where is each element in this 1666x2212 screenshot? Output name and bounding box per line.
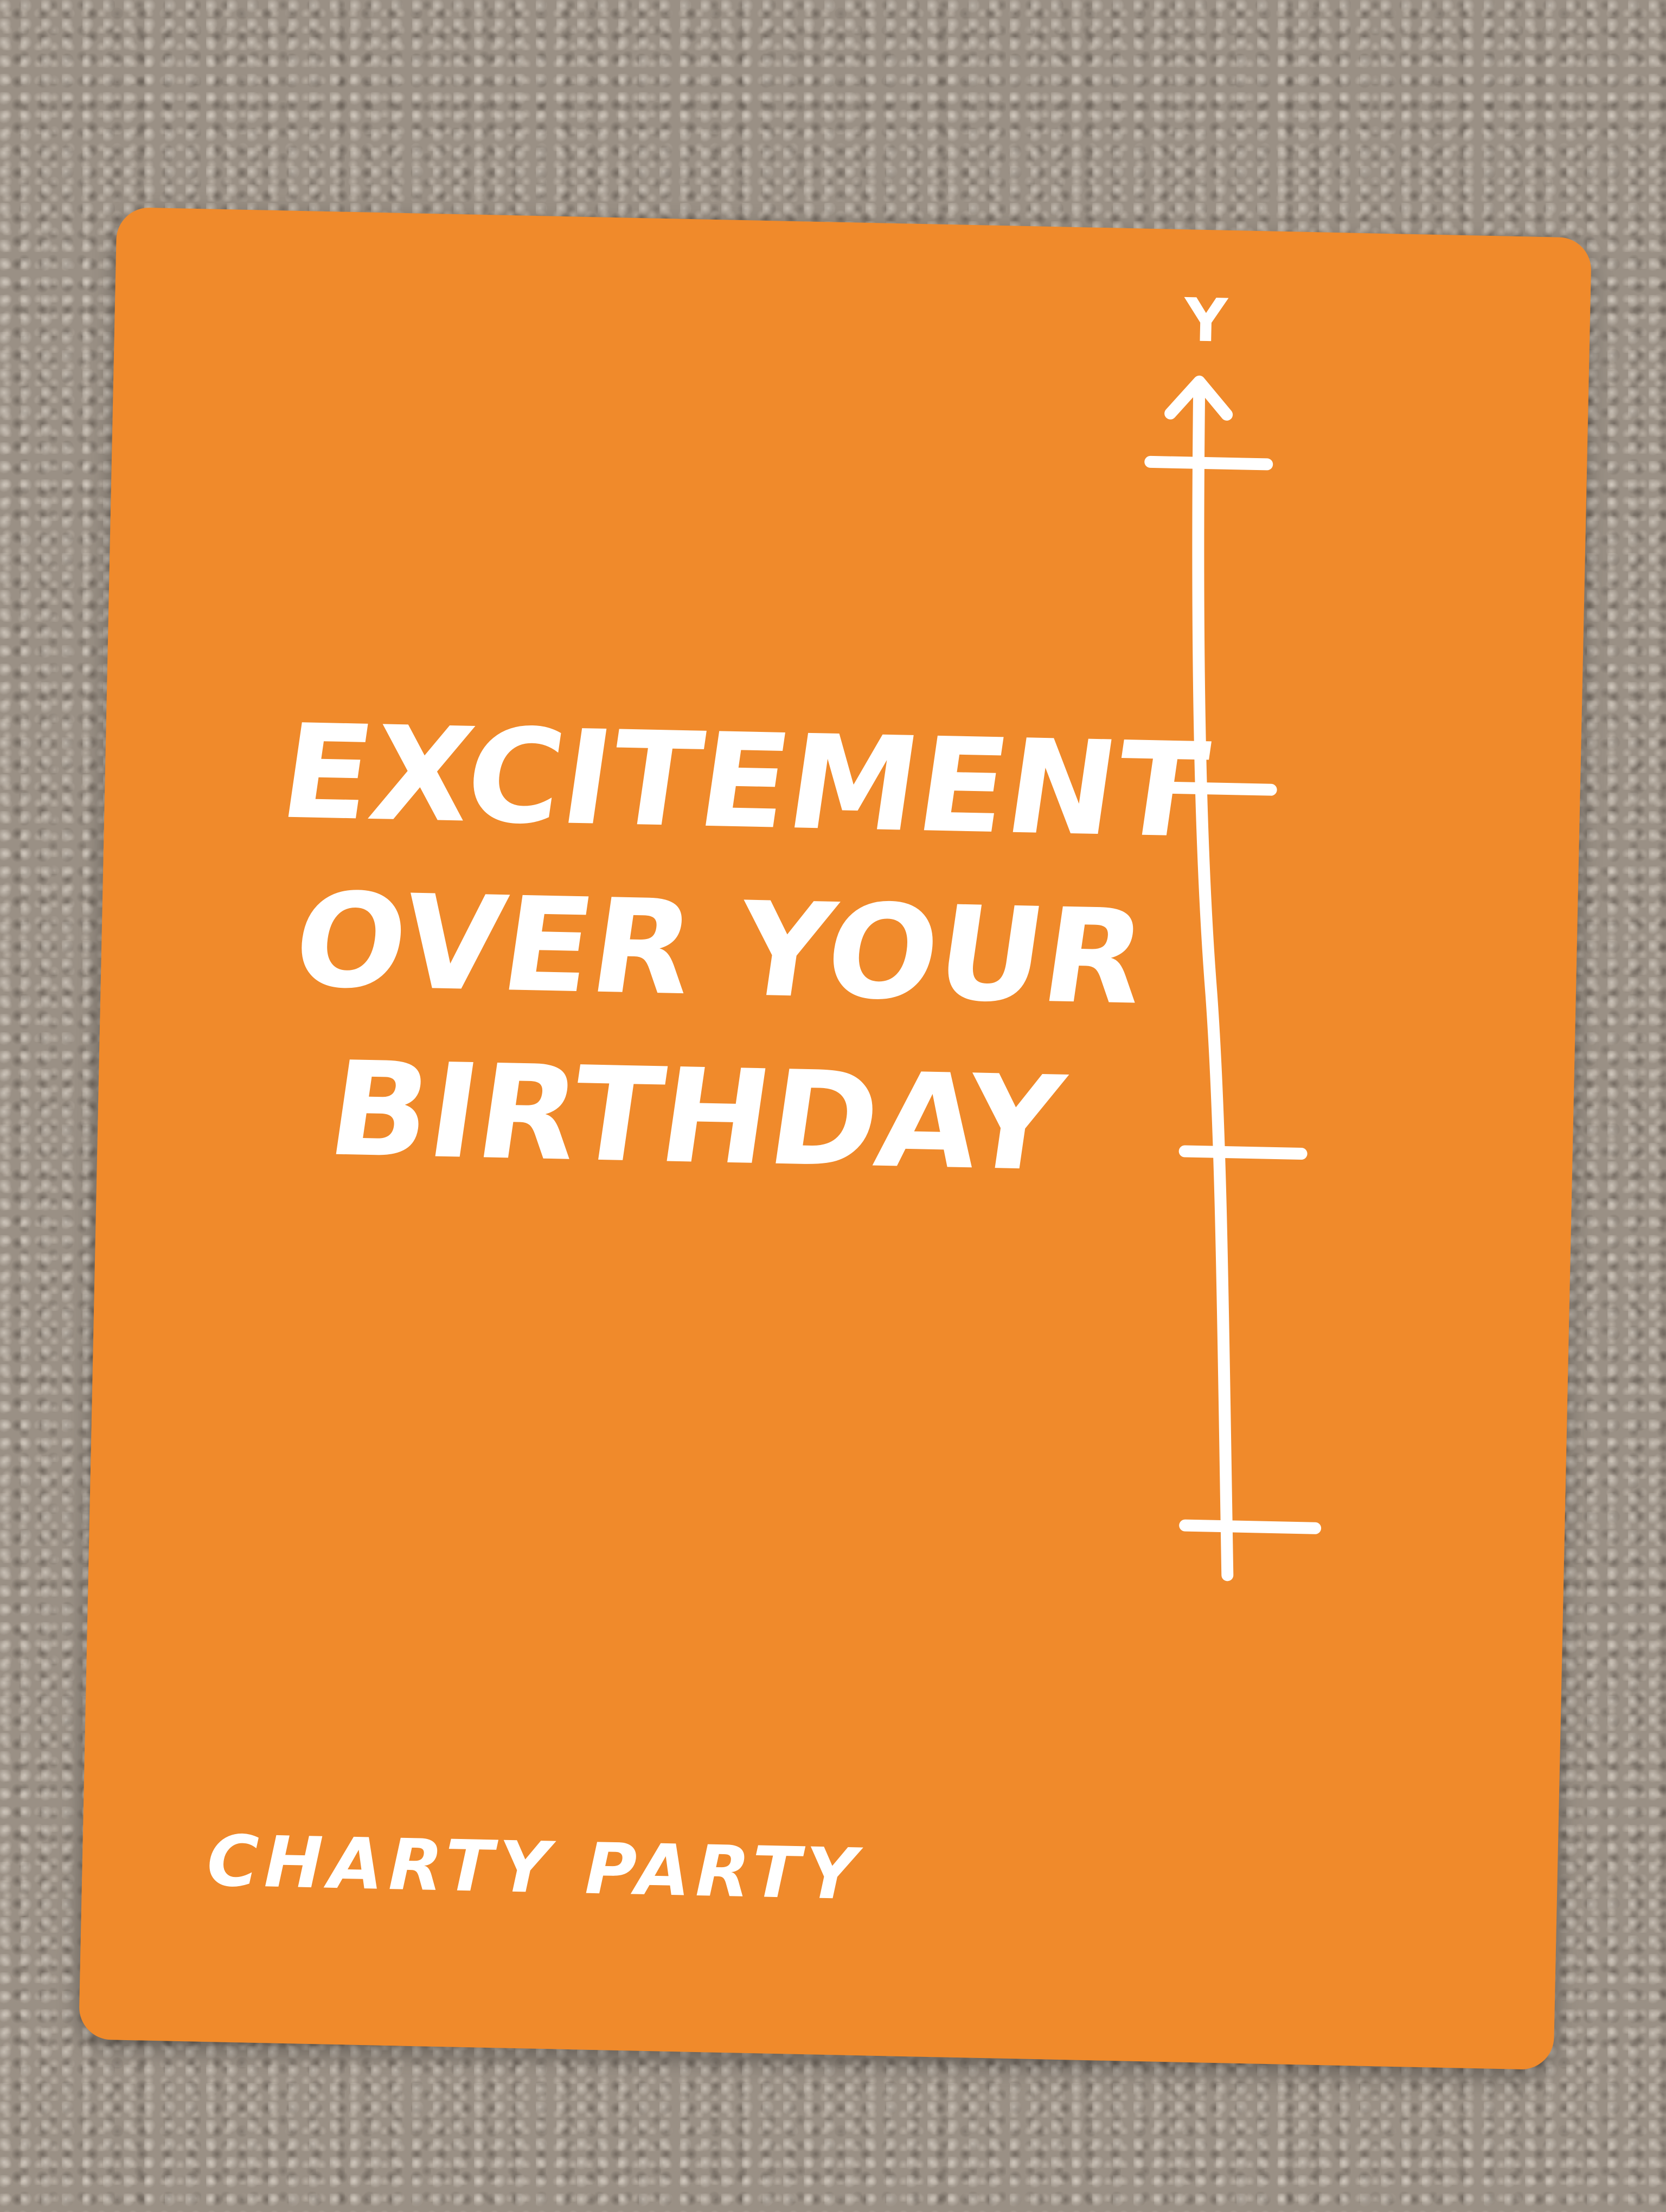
y-axis-drawing: Y (1144, 285, 1322, 1581)
card-title-line-2: OVER YOUR (285, 864, 1155, 1034)
y-axis-label: Y (1182, 285, 1229, 356)
y-axis-tick-top (1144, 455, 1273, 471)
y-axis-tick-bottom (1179, 1519, 1322, 1534)
card-title-line-3: BIRTHDAY (319, 1033, 1072, 1200)
card-title-line-1: EXCITEMENT (272, 696, 1216, 867)
brand-name: CHARTY PARTY (206, 1819, 863, 1916)
y-axis-tick-upper-middle (1162, 781, 1277, 796)
charty-party-card: EXCITEMENT OVER YOUR BIRTHDAY Y CHARTY P… (78, 207, 1592, 2070)
y-axis-line (1192, 378, 1234, 1581)
y-axis-tick-lower-middle (1178, 1145, 1308, 1160)
card-title: EXCITEMENT OVER YOUR BIRTHDAY (142, 686, 1298, 1212)
